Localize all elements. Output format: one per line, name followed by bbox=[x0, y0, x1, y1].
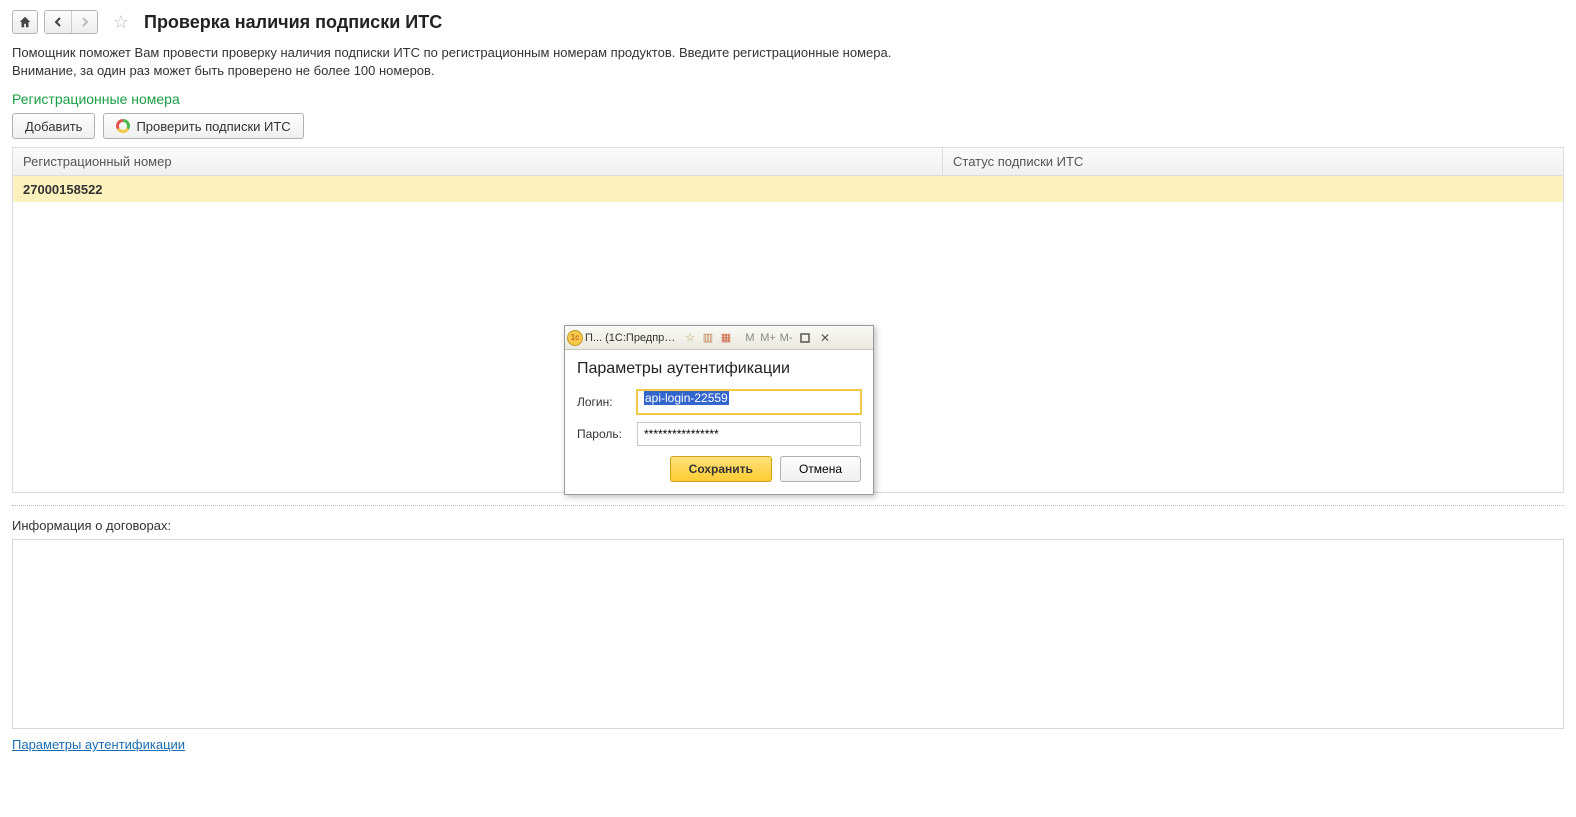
add-button[interactable]: Добавить bbox=[12, 113, 95, 139]
password-label: Пароль: bbox=[577, 427, 637, 441]
cell-reg-number: 27000158522 bbox=[13, 182, 943, 197]
check-button-label: Проверить подписки ИТС bbox=[136, 119, 290, 134]
password-input[interactable] bbox=[637, 422, 861, 446]
top-toolbar: ☆ Проверка наличия подписки ИТС bbox=[0, 0, 1576, 40]
maximize-button[interactable] bbox=[796, 330, 814, 346]
home-icon bbox=[18, 15, 32, 29]
auth-params-link[interactable]: Параметры аутентификации bbox=[12, 737, 185, 752]
close-button[interactable]: ✕ bbox=[816, 330, 834, 346]
login-label: Логин: bbox=[577, 395, 637, 409]
titlebar-favorite-icon[interactable]: ☆ bbox=[682, 330, 698, 346]
titlebar-m-button[interactable]: M bbox=[742, 330, 758, 346]
contracts-label: Информация о договорах: bbox=[0, 518, 1576, 539]
arrow-right-icon bbox=[79, 16, 91, 28]
button-row: Добавить Проверить подписки ИТС bbox=[0, 113, 1576, 147]
forward-button[interactable] bbox=[71, 11, 97, 33]
titlebar-mplus-button[interactable]: M+ bbox=[760, 330, 776, 346]
dialog-body: Параметры аутентификации Логин: api-logi… bbox=[565, 350, 873, 494]
check-subscriptions-button[interactable]: Проверить подписки ИТС bbox=[103, 113, 303, 139]
table-header: Регистрационный номер Статус подписки ИТ… bbox=[13, 148, 1563, 176]
save-button[interactable]: Сохранить bbox=[670, 456, 772, 482]
separator bbox=[12, 505, 1564, 506]
auth-dialog: 1c П... (1С:Предприя.. ☆ ▥ ▦ M M+ M- ✕ П… bbox=[564, 325, 874, 495]
arrow-left-icon bbox=[52, 16, 64, 28]
section-title: Регистрационные номера bbox=[0, 89, 1576, 113]
refresh-icon bbox=[116, 119, 130, 133]
login-row: Логин: api-login-22559 bbox=[577, 390, 861, 414]
login-value: api-login-22559 bbox=[644, 391, 729, 405]
desc-line-1: Помощник поможет Вам провести проверку н… bbox=[12, 44, 1564, 62]
titlebar-calendar-icon[interactable]: ▦ bbox=[718, 330, 734, 346]
nav-group bbox=[44, 10, 98, 34]
col-reg-number[interactable]: Регистрационный номер bbox=[13, 148, 943, 175]
dialog-buttons: Сохранить Отмена bbox=[577, 456, 861, 482]
home-button[interactable] bbox=[12, 10, 38, 34]
maximize-icon bbox=[800, 333, 810, 343]
page-title: Проверка наличия подписки ИТС bbox=[144, 12, 442, 33]
titlebar-list-icon[interactable]: ▥ bbox=[700, 330, 716, 346]
dialog-window-title: П... (1С:Предприя.. bbox=[585, 332, 680, 344]
page-description: Помощник поможет Вам провести проверку н… bbox=[0, 40, 1576, 89]
close-icon: ✕ bbox=[820, 331, 830, 345]
desc-line-2: Внимание, за один раз может быть провере… bbox=[12, 62, 1564, 80]
app-1c-icon: 1c bbox=[567, 330, 583, 346]
back-button[interactable] bbox=[45, 11, 71, 33]
login-input[interactable]: api-login-22559 bbox=[637, 390, 861, 414]
cancel-button[interactable]: Отмена bbox=[780, 456, 861, 482]
contracts-info-box[interactable] bbox=[12, 539, 1564, 729]
favorite-star-icon[interactable]: ☆ bbox=[110, 11, 132, 33]
titlebar-mminus-button[interactable]: M- bbox=[778, 330, 794, 346]
dialog-titlebar[interactable]: 1c П... (1С:Предприя.. ☆ ▥ ▦ M M+ M- ✕ bbox=[565, 326, 873, 350]
password-row: Пароль: bbox=[577, 422, 861, 446]
dialog-header: Параметры аутентификации bbox=[577, 360, 861, 378]
col-status[interactable]: Статус подписки ИТС bbox=[943, 148, 1563, 175]
add-button-label: Добавить bbox=[25, 119, 82, 134]
table-row[interactable]: 27000158522 bbox=[13, 176, 1563, 202]
